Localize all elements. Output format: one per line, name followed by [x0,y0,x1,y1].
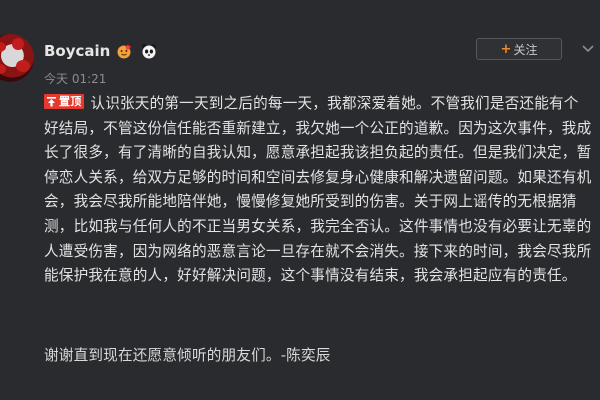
author-row: Boycain [44,42,158,60]
weibo-post: Boycain 今天 01:21 + 关注 置顶 认识张天的第一天到之后的每一天… [0,0,600,400]
plus-icon: + [500,41,512,57]
follow-button-label: 关注 [513,42,538,57]
post-content: 置顶 认识张天的第一天到之后的每一天，我都深爱着她。不管我们是否还能有个好结局，… [44,92,592,289]
chevron-down-icon[interactable] [580,40,596,56]
pin-icon [47,97,56,107]
panda-icon [140,43,158,59]
post-body-text: 认识张天的第一天到之后的每一天，我都深爱着她。不管我们是否还能有个好结局，不管这… [44,95,592,285]
follow-button[interactable]: + 关注 [476,38,562,60]
avatar[interactable] [0,34,34,82]
post-sign-off: 谢谢直到现在还愿意倾听的朋友们。-陈奕辰 [44,347,331,364]
pinned-tag-label: 置顶 [59,95,82,108]
post-timestamp[interactable]: 今天 01:21 [44,70,106,87]
vip-face-icon [116,43,134,59]
pinned-tag: 置顶 [44,94,85,109]
username[interactable]: Boycain [44,42,110,60]
